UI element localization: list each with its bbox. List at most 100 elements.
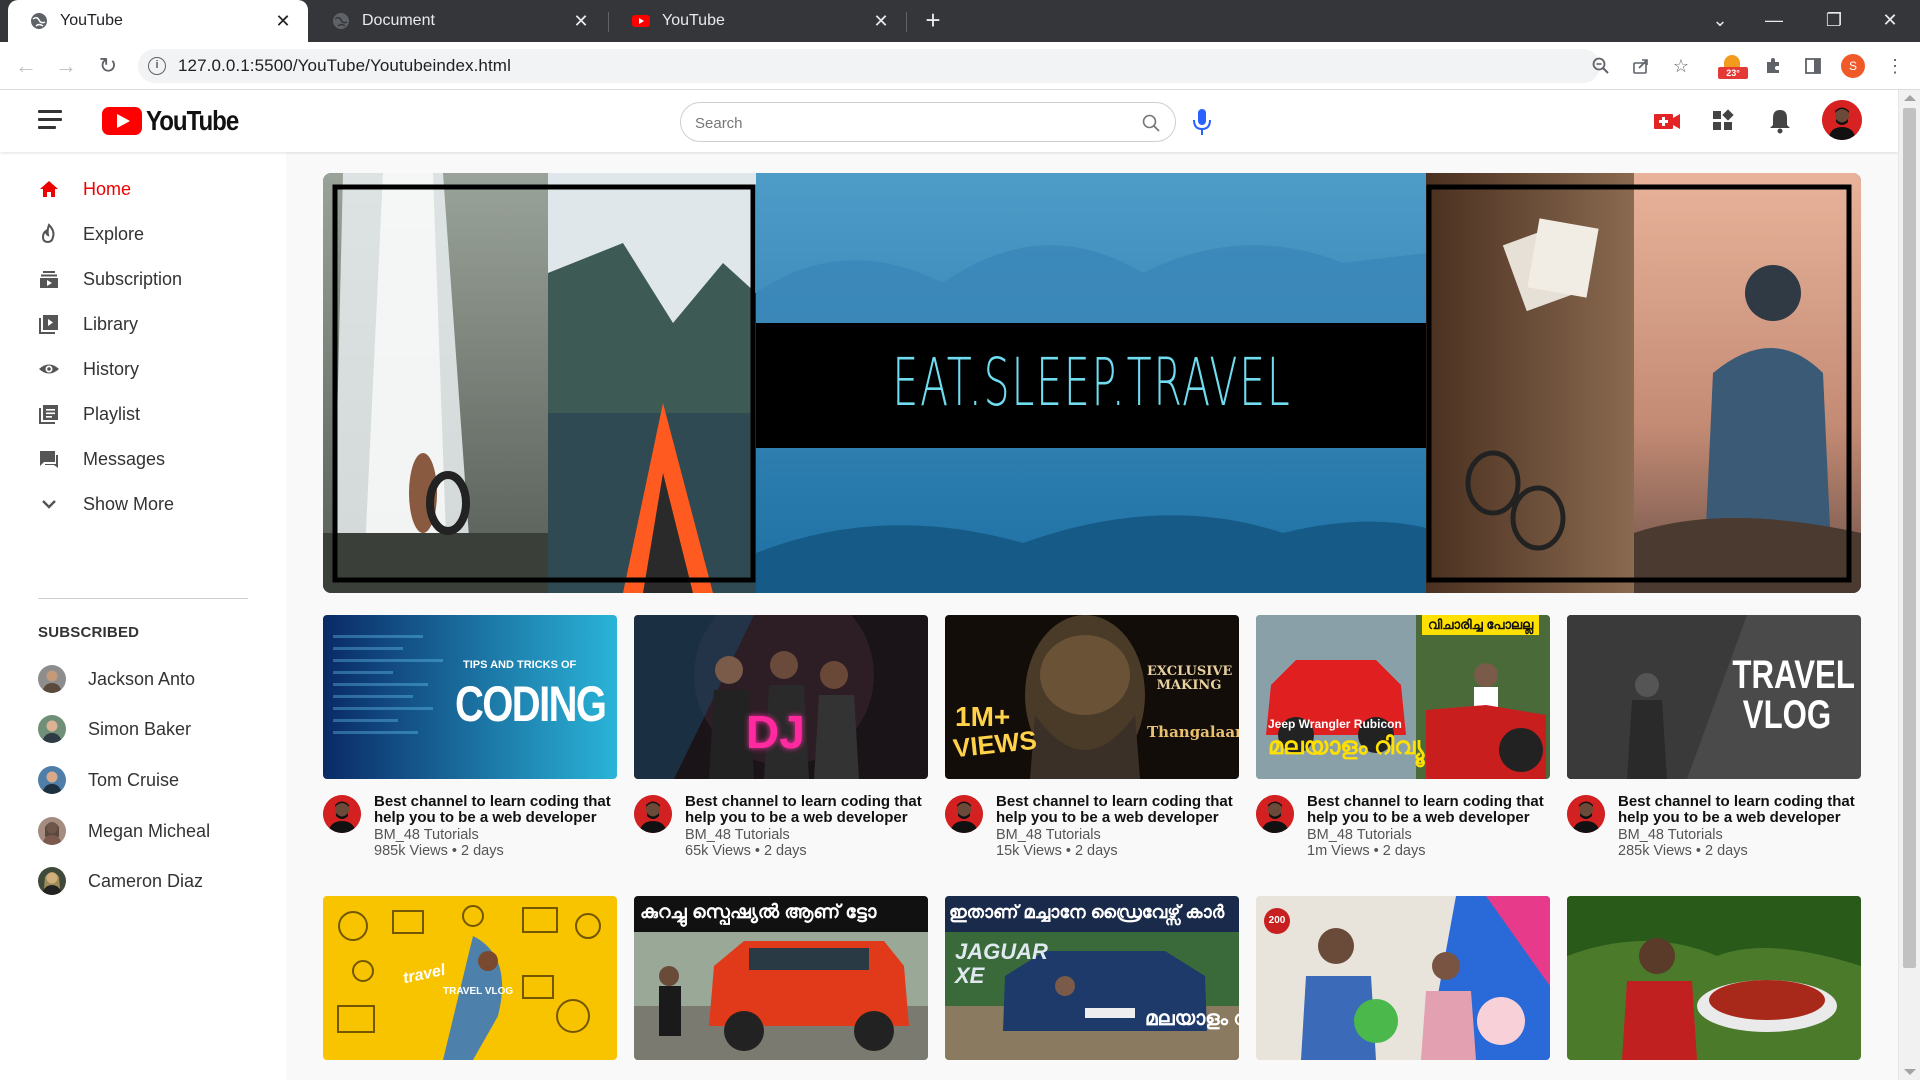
site-info-icon[interactable]: i xyxy=(148,57,166,75)
sidebar-item-library[interactable]: Library xyxy=(0,304,286,344)
thumbnail-caption: DJ xyxy=(746,706,805,758)
minimize-button[interactable]: — xyxy=(1754,4,1794,36)
tab-document[interactable]: Document ✕ xyxy=(310,0,606,42)
video-card[interactable]: 1M+ VIEWS EXCLUSIVE MAKING Thangalaan Be… xyxy=(945,615,1239,865)
banner-title: EAT.SLEEP.TRAVEL xyxy=(892,344,1292,421)
subscribed-channel-cameron-diaz[interactable]: Cameron Diaz xyxy=(0,861,286,901)
browser-menu-icon[interactable]: ⋮ xyxy=(1878,49,1912,83)
microphone-icon[interactable] xyxy=(1190,106,1214,138)
sidebar-item-explore[interactable]: Explore xyxy=(0,214,286,254)
sidebar-item-home[interactable]: Home xyxy=(0,169,286,209)
playlist-icon xyxy=(39,405,58,424)
video-card[interactable]: 200 xyxy=(1256,896,1550,1080)
subscribed-heading: SUBSCRIBED xyxy=(38,624,140,641)
video-thumbnail[interactable] xyxy=(1567,896,1861,1060)
forward-button[interactable]: → xyxy=(50,50,82,82)
channel-avatar[interactable] xyxy=(634,795,672,833)
video-thumbnail[interactable]: 200 xyxy=(1256,896,1550,1060)
subscribed-channel-megan-micheal[interactable]: Megan Micheal xyxy=(0,811,286,851)
globe-icon xyxy=(332,12,350,30)
side-panel-icon[interactable] xyxy=(1796,49,1830,83)
video-channel[interactable]: BM_48 Tutorials xyxy=(1618,827,1723,843)
close-window-button[interactable]: ✕ xyxy=(1870,4,1910,36)
tab-search-icon[interactable]: ⌄ xyxy=(1700,4,1740,36)
extensions-puzzle-icon[interactable] xyxy=(1756,49,1790,83)
thumbnail-caption: മലയാളം റിവ്യൂ xyxy=(1268,733,1425,760)
video-channel[interactable]: BM_48 Tutorials xyxy=(1307,827,1412,843)
weather-extension-icon[interactable]: 23° xyxy=(1716,55,1748,79)
video-title[interactable]: Best channel to learn coding that help y… xyxy=(1618,794,1861,826)
video-thumbnail[interactable]: TIPS AND TRICKS OF CODING xyxy=(323,615,617,779)
address-bar[interactable]: i 127.0.0.1:5500/YouTube/Youtubeindex.ht… xyxy=(138,49,1600,83)
channel-avatar[interactable] xyxy=(945,795,983,833)
close-icon[interactable]: ✕ xyxy=(870,11,892,32)
search-icon[interactable] xyxy=(1141,113,1161,133)
subscribed-channel-tom-cruise[interactable]: Tom Cruise xyxy=(0,760,286,800)
share-icon[interactable] xyxy=(1624,49,1658,83)
video-card[interactable]: DJ Best channel to learn coding that hel… xyxy=(634,615,928,865)
browser-profile-avatar[interactable]: S xyxy=(1841,54,1865,78)
video-card[interactable]: TIPS AND TRICKS OF CODING Best channel t… xyxy=(323,615,617,865)
history-icon xyxy=(39,364,59,374)
video-channel[interactable]: BM_48 Tutorials xyxy=(996,827,1101,843)
video-thumbnail[interactable]: ഇതാണ് മച്ചാനേ ഡ്രൈവേഴ്സ് കാർ JAGUAR XE മ… xyxy=(945,896,1239,1060)
reload-button[interactable]: ↻ xyxy=(92,50,124,82)
thumbnail-caption: EXCLUSIVE MAKING xyxy=(1147,664,1233,693)
zoom-icon[interactable] xyxy=(1584,49,1618,83)
tab-youtube[interactable]: YouTube ✕ xyxy=(610,0,906,42)
video-thumbnail[interactable]: DJ xyxy=(634,615,928,779)
subscribed-channel-simon-baker[interactable]: Simon Baker xyxy=(0,709,286,749)
video-card[interactable] xyxy=(1567,896,1861,1080)
bell-icon[interactable] xyxy=(1765,106,1795,136)
video-card[interactable]: കുറച്ചു സ്പെഷ്യൽ ആണ് ട്ടോ xyxy=(634,896,928,1080)
video-title[interactable]: Best channel to learn coding that help y… xyxy=(996,794,1239,826)
new-tab-button[interactable]: + xyxy=(918,6,948,36)
tab-youtube-active[interactable]: YouTube ✕ xyxy=(8,0,308,42)
search-box xyxy=(680,102,1176,142)
video-card[interactable]: വിചാരിച്ച പോലല്ല Jeep Wrangler Rubicon മ… xyxy=(1256,615,1550,865)
video-card[interactable]: travel TRAVEL VLOG xyxy=(323,896,617,1080)
youtube-logo[interactable]: YouTube xyxy=(102,105,253,136)
bookmark-star-icon[interactable]: ☆ xyxy=(1664,49,1698,83)
video-channel[interactable]: BM_48 Tutorials xyxy=(685,827,790,843)
channel-avatar[interactable] xyxy=(323,795,361,833)
video-thumbnail[interactable]: TRAVEL VLOG xyxy=(1567,615,1861,779)
page-scrollbar[interactable] xyxy=(1898,90,1920,1080)
video-thumbnail[interactable]: കുറച്ചു സ്പെഷ്യൽ ആണ് ട്ടോ xyxy=(634,896,928,1060)
video-thumbnail[interactable]: 1M+ VIEWS EXCLUSIVE MAKING Thangalaan xyxy=(945,615,1239,779)
scrollbar-thumb[interactable] xyxy=(1903,108,1916,968)
sidebar-item-history[interactable]: History xyxy=(0,349,286,389)
back-button[interactable]: ← xyxy=(10,50,42,82)
user-avatar[interactable] xyxy=(1822,100,1862,140)
sidebar-item-messages[interactable]: Messages xyxy=(0,439,286,479)
close-icon[interactable]: ✕ xyxy=(570,11,592,32)
video-thumbnail[interactable]: വിചാരിച്ച പോലല്ല Jeep Wrangler Rubicon മ… xyxy=(1256,615,1550,779)
channel-name: Megan Micheal xyxy=(88,820,211,841)
video-channel[interactable]: BM_48 Tutorials xyxy=(374,827,479,843)
channel-avatar[interactable] xyxy=(1567,795,1605,833)
video-title[interactable]: Best channel to learn coding that help y… xyxy=(374,794,617,826)
sidebar-item-show-more[interactable]: Show More xyxy=(0,484,286,524)
scroll-down-arrow[interactable] xyxy=(1904,1069,1916,1075)
video-card[interactable]: TRAVEL VLOG Best channel to learn coding… xyxy=(1567,615,1861,865)
thumbnail-caption: VLOG xyxy=(1742,693,1832,737)
channel-avatar xyxy=(38,867,66,895)
menu-hamburger-icon[interactable] xyxy=(38,110,62,130)
sidebar-item-playlist[interactable]: Playlist xyxy=(0,394,286,434)
create-video-icon[interactable] xyxy=(1652,106,1682,136)
channel-name: Cameron Diaz xyxy=(88,870,204,891)
channel-avatar[interactable] xyxy=(1256,795,1294,833)
video-meta: 285k Views • 2 days xyxy=(1618,843,1748,859)
search-input[interactable] xyxy=(695,111,1115,135)
scroll-up-arrow[interactable] xyxy=(1904,95,1916,101)
subscribed-channel-jackson-anto[interactable]: Jackson Anto xyxy=(0,659,286,699)
video-thumbnail[interactable]: travel TRAVEL VLOG xyxy=(323,896,617,1060)
video-title[interactable]: Best channel to learn coding that help y… xyxy=(1307,794,1550,826)
close-icon[interactable]: ✕ xyxy=(272,11,294,32)
globe-icon xyxy=(30,12,48,30)
restore-button[interactable]: ❐ xyxy=(1814,4,1854,36)
video-title[interactable]: Best channel to learn coding that help y… xyxy=(685,794,928,826)
apps-grid-icon[interactable] xyxy=(1708,106,1738,136)
video-card[interactable]: ഇതാണ് മച്ചാനേ ഡ്രൈവേഴ്സ് കാർ JAGUAR XE മ… xyxy=(945,896,1239,1080)
sidebar-item-subscription[interactable]: Subscription xyxy=(0,259,286,299)
